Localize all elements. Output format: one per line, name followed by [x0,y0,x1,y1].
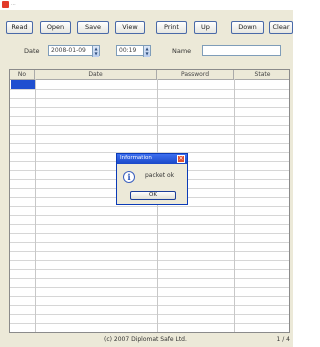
window-title: ... [11,1,16,7]
table-row[interactable] [10,260,289,261]
date-value: 2008-01-09 [51,47,86,54]
time-value: 00:19 [119,47,137,54]
table-row[interactable] [10,89,289,90]
table-row[interactable] [10,206,289,207]
table-row[interactable] [10,233,289,234]
status-bar: (c) 2007 Diplomat Safe Ltd. 1 / 4 [0,333,293,347]
dialog-title-bar[interactable]: Information × [117,154,187,164]
date-spinner[interactable]: ▲ ▼ [92,46,99,57]
app-icon [2,1,9,8]
page-indicator: 1 / 4 [276,336,290,343]
table-row[interactable] [10,224,289,225]
table-row[interactable] [10,98,289,99]
column-divider [234,79,235,332]
copyright-text: (c) 2007 Diplomat Safe Ltd. [104,336,187,343]
table-row[interactable] [10,116,289,117]
name-label: Name [172,47,192,55]
table-row[interactable] [10,305,289,306]
table-row[interactable] [10,323,289,324]
table-row[interactable] [10,251,289,252]
info-icon: i [123,171,135,183]
table-row[interactable] [10,143,289,144]
table-row[interactable] [10,296,289,297]
column-header-state[interactable]: State [234,70,289,79]
table-row[interactable] [10,215,289,216]
dialog-message: packet ok [145,172,175,179]
table-row[interactable] [10,269,289,270]
read-button[interactable]: Read [6,21,33,34]
table-row[interactable] [10,107,289,108]
selected-cell[interactable] [11,80,35,89]
clear-button[interactable]: Clear [269,21,293,34]
main-window: ... Read Open Save View Print Up Down Cl… [0,0,293,347]
column-divider [157,79,158,332]
table-row[interactable] [10,278,289,279]
time-field[interactable]: 00:19 ▲ ▼ [116,45,151,57]
dialog-title: Information [120,155,152,161]
view-button[interactable]: View [115,21,145,34]
down-button[interactable]: Down [231,21,264,34]
name-input[interactable] [202,45,281,56]
close-icon[interactable]: × [177,155,185,163]
print-button[interactable]: Print [156,21,187,34]
date-field[interactable]: 2008-01-09 ▲ ▼ [48,45,100,57]
date-label: Date [24,47,40,55]
toolbar: Read Open Save View Print Up Down Clear [6,21,293,35]
column-header-date[interactable]: Date [35,70,157,79]
spin-down-icon[interactable]: ▼ [144,51,150,56]
column-header-password[interactable]: Password [157,70,234,79]
column-divider [35,79,36,332]
filter-row: Date 2008-01-09 ▲ ▼ 00:19 ▲ ▼ Name [0,45,293,57]
ok-button[interactable]: OK [130,191,176,200]
spin-down-icon[interactable]: ▼ [93,51,99,56]
table-header: No Date Password State [10,70,289,80]
table-row[interactable] [10,242,289,243]
title-bar[interactable]: ... [0,0,293,10]
table-row[interactable] [10,125,289,126]
save-button[interactable]: Save [77,21,109,34]
time-spinner[interactable]: ▲ ▼ [143,46,150,57]
table-row[interactable] [10,287,289,288]
table-row[interactable] [10,314,289,315]
column-header-no[interactable]: No [10,70,35,79]
information-dialog: Information × i packet ok OK [116,153,188,205]
table-row[interactable] [10,134,289,135]
open-button[interactable]: Open [40,21,71,34]
up-button[interactable]: Up [194,21,217,34]
